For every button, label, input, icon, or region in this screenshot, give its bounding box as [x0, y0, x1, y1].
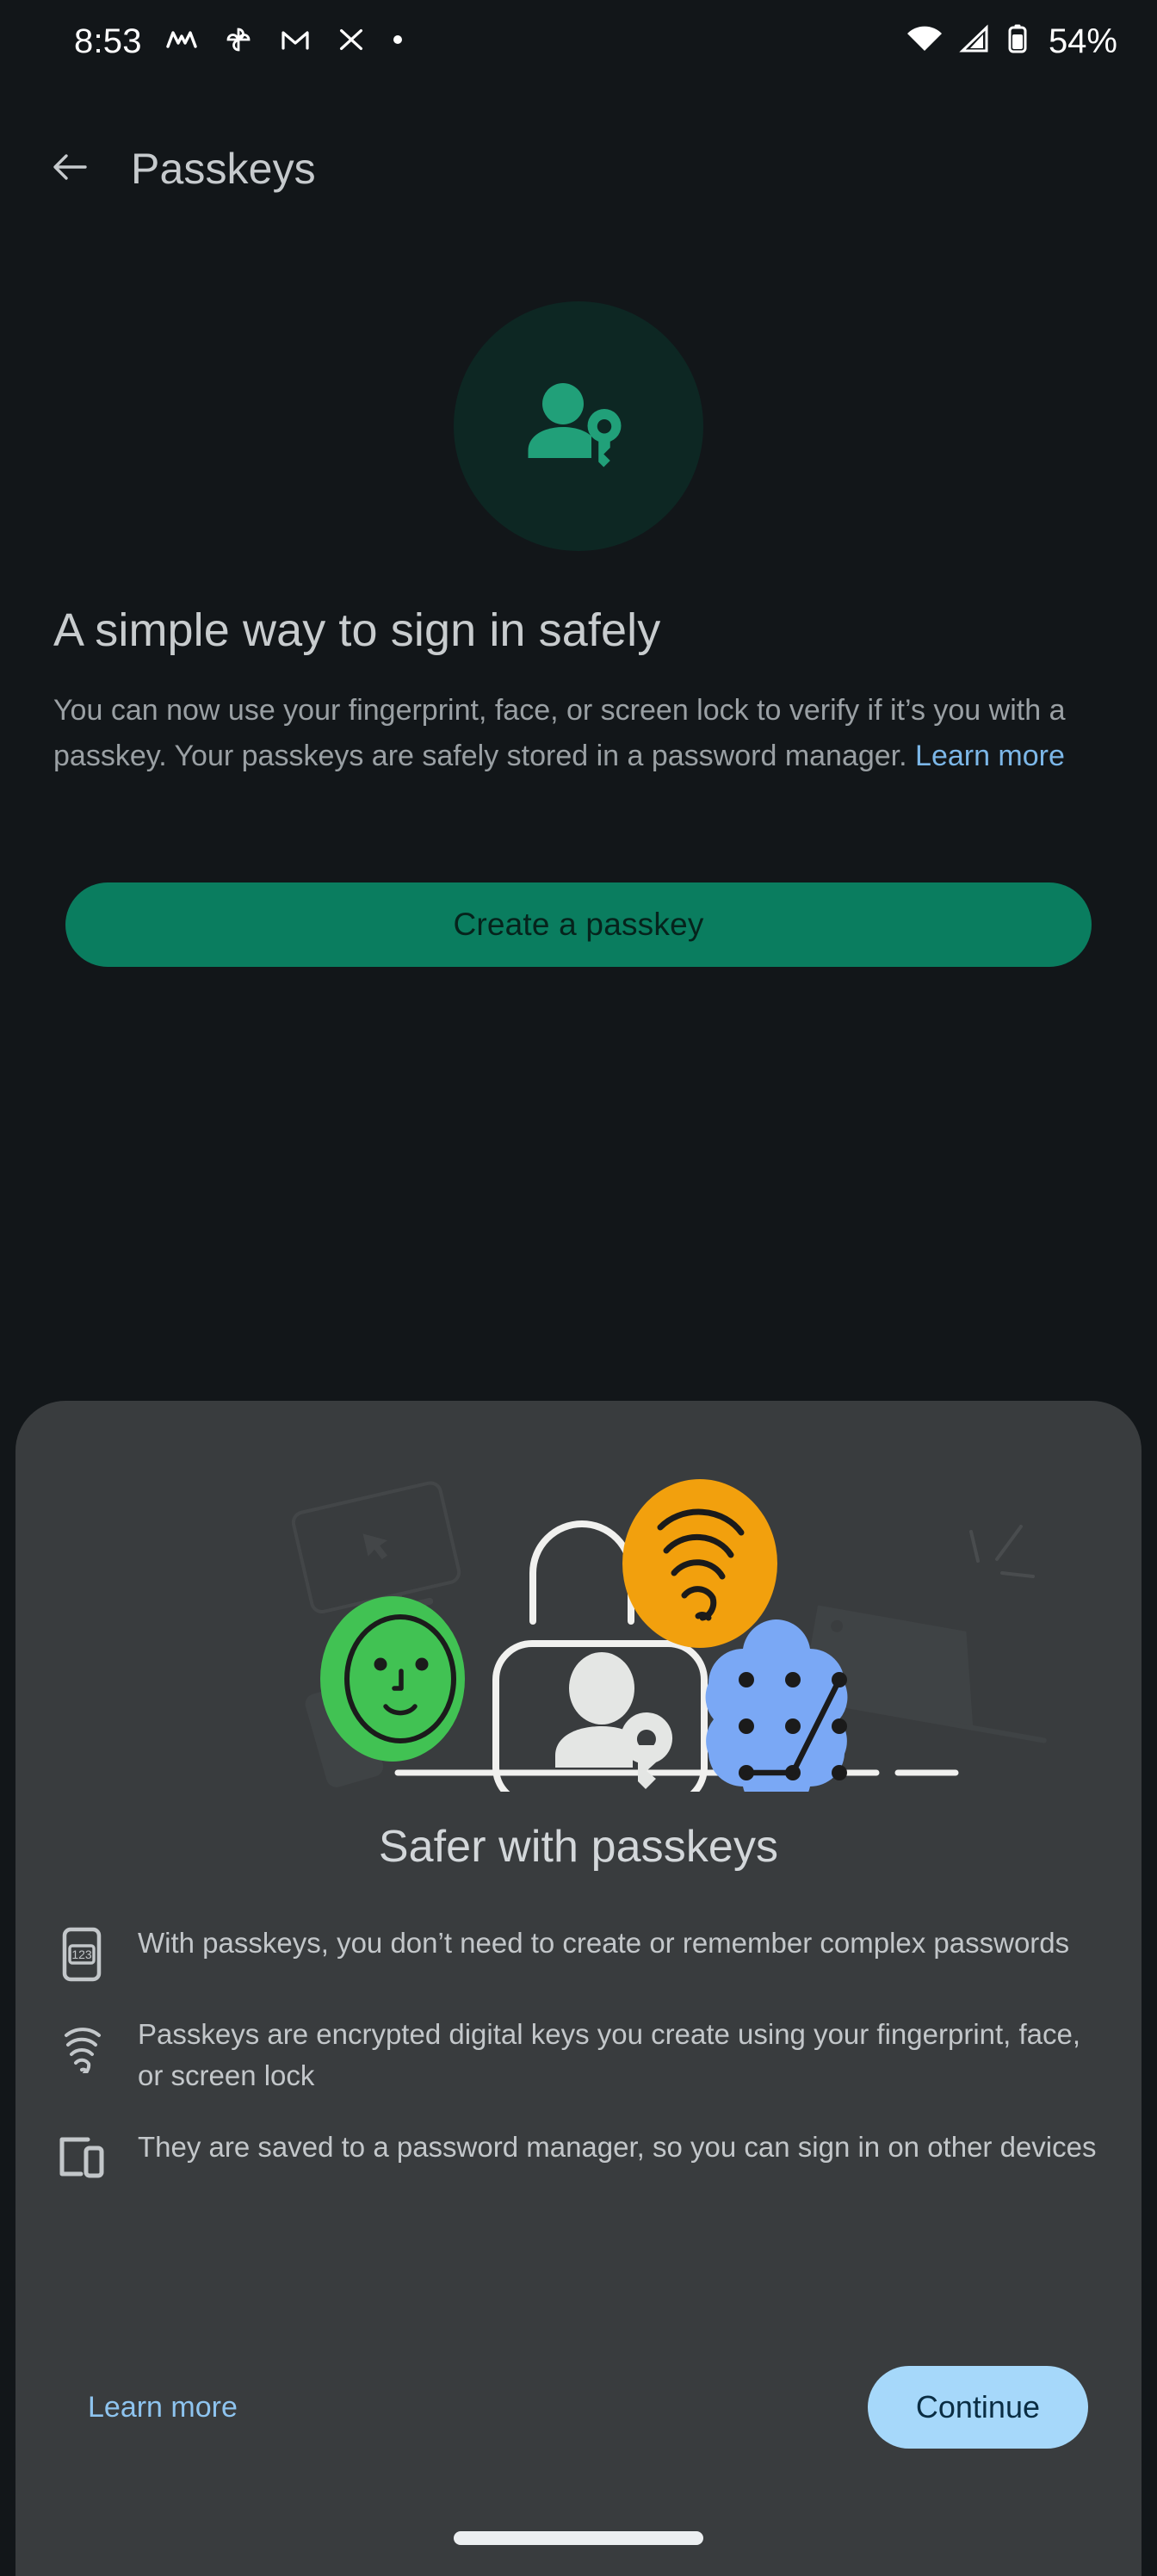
list-item-text: With passkeys, you don’t need to create …	[138, 1927, 1070, 1959]
person-key-illustration-icon	[555, 1652, 673, 1789]
fingerprint-icon	[55, 2017, 108, 2074]
create-passkey-wrap: Create a passkey	[65, 882, 1092, 967]
home-gesture-pill[interactable]	[454, 2531, 703, 2545]
sheet-learn-more-link[interactable]: Learn more	[88, 2391, 238, 2424]
sheet-action-row: Learn more Continue	[15, 2366, 1142, 2449]
fingerprint-blob	[622, 1479, 777, 1648]
list-item-text: Passkeys are encrypted digital keys you …	[138, 2018, 1081, 2091]
more-notifications-dot-icon	[390, 32, 405, 52]
create-passkey-button[interactable]: Create a passkey	[65, 882, 1092, 967]
status-bar-clock: 8:53	[74, 22, 142, 60]
list-item: They are saved to a password manager, so…	[55, 2125, 1100, 2187]
phone-screen: 8:53 54% Passkeys A simple way to sign i…	[0, 0, 1157, 2576]
battery-percent-label: 54%	[1048, 22, 1117, 60]
passkey-lock-illustration	[15, 1430, 1142, 1815]
list-item-text: They are saved to a password manager, so…	[138, 2131, 1097, 2164]
list-item: Passkeys are encrypted digital keys you …	[55, 2012, 1100, 2096]
sheet-title: Safer with passkeys	[378, 1822, 779, 1872]
status-bar: 8:53 54%	[0, 0, 1157, 83]
continue-button[interactable]: Continue	[867, 2366, 1088, 2449]
list-item: 123 With passkeys, you don’t need to cre…	[55, 1921, 1100, 1983]
svg-text:123: 123	[71, 1947, 92, 1961]
back-arrow-icon	[49, 146, 92, 193]
monzo-icon	[164, 22, 199, 61]
devices-icon	[55, 2130, 108, 2187]
google-photos-icon	[221, 22, 256, 61]
x-icon	[335, 23, 368, 60]
wifi-icon	[906, 22, 944, 61]
face-blob	[320, 1596, 465, 1762]
cellular-signal-icon	[957, 22, 992, 61]
status-bar-right: 54%	[906, 22, 1117, 61]
hero-section: A simple way to sign in safely You can n…	[53, 603, 1109, 777]
app-bar: Passkeys	[0, 83, 1157, 255]
hero-description-text: You can now use your fingerprint, face, …	[53, 693, 1066, 773]
page-title: Passkeys	[131, 145, 316, 193]
bottom-sheet: Safer with passkeys 123 With passkeys, y…	[15, 1401, 1142, 2576]
gmail-icon	[278, 22, 312, 61]
hero-title: A simple way to sign in safely	[53, 604, 661, 656]
hero-learn-more-link[interactable]: Learn more	[915, 735, 1065, 777]
password-123-icon: 123	[55, 1926, 108, 1983]
back-button[interactable]	[38, 136, 103, 201]
person-key-icon	[514, 360, 643, 493]
status-bar-left: 8:53	[74, 22, 405, 61]
battery-icon	[1005, 22, 1030, 61]
hero-description: You can now use your fingerprint, face, …	[53, 690, 1109, 778]
feature-list: 123 With passkeys, you don’t need to cre…	[15, 1921, 1142, 2187]
hero-icon-circle	[454, 301, 703, 551]
